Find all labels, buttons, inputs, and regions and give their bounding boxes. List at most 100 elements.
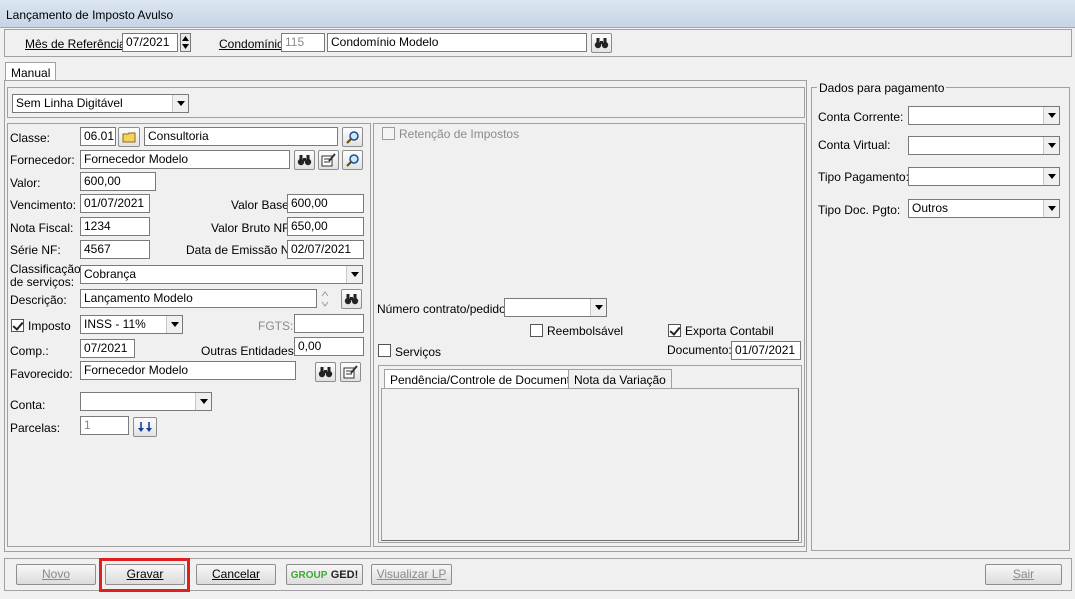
chevron-down-icon[interactable] bbox=[1043, 200, 1059, 217]
imposto-checkbox[interactable] bbox=[11, 319, 24, 332]
outras-entidades-input[interactable]: 0,00 bbox=[294, 337, 364, 356]
classe-code-input[interactable]: 06.01 bbox=[80, 127, 116, 146]
reembolsavel-checkbox[interactable] bbox=[530, 324, 543, 337]
folder-icon[interactable] bbox=[118, 127, 140, 147]
sair-button[interactable]: Sair bbox=[985, 564, 1062, 585]
conta-virtual-select[interactable] bbox=[908, 136, 1060, 155]
double-arrow-down-icon[interactable] bbox=[133, 417, 157, 437]
chevron-down-icon[interactable] bbox=[346, 266, 362, 283]
magnifier-icon[interactable] bbox=[342, 127, 363, 147]
vencimento-input[interactable]: 01/07/2021 bbox=[80, 194, 150, 213]
mes-referencia-spinner[interactable] bbox=[180, 33, 191, 52]
classe-label: Classe: bbox=[10, 131, 51, 145]
classe-name-input[interactable]: Consultoria bbox=[144, 127, 338, 146]
condominio-code-input[interactable]: 115 bbox=[281, 33, 325, 52]
tab-manual[interactable]: Manual bbox=[5, 62, 57, 81]
comp-input[interactable]: 07/2021 bbox=[80, 339, 135, 358]
favorecido-label: Favorecido: bbox=[10, 367, 73, 381]
parcelas-label: Parcelas: bbox=[10, 421, 61, 435]
descricao-scroll-icon[interactable] bbox=[320, 290, 330, 308]
retencao-checkbox[interactable] bbox=[382, 127, 395, 140]
conta-label: Conta: bbox=[10, 398, 46, 412]
serie-nf-input[interactable]: 4567 bbox=[80, 240, 150, 259]
exporta-contabil-label: Exporta Contabil bbox=[685, 324, 774, 338]
ged-text: GED! bbox=[330, 569, 359, 581]
window-title: Lançamento de Imposto Avulso bbox=[6, 8, 174, 22]
conta-corrente-label: Conta Corrente: bbox=[818, 110, 904, 124]
data-emissao-input[interactable]: 02/07/2021 bbox=[287, 240, 364, 259]
valor-bruto-input[interactable]: 650,00 bbox=[287, 217, 364, 236]
parcelas-input[interactable]: 1 bbox=[80, 416, 129, 435]
chevron-down-icon[interactable] bbox=[172, 95, 188, 112]
reembolsavel-label: Reembolsável bbox=[547, 324, 624, 338]
window-titlebar: Lançamento de Imposto Avulso bbox=[0, 0, 1075, 28]
valor-label: Valor: bbox=[10, 176, 41, 190]
tab-pendencia[interactable]: Pendência/Controle de Documentos bbox=[384, 369, 589, 389]
chevron-down-icon[interactable] bbox=[195, 393, 211, 410]
descricao-label: Descrição: bbox=[10, 293, 67, 307]
binoculars-icon[interactable] bbox=[591, 33, 612, 53]
form-left-panel bbox=[7, 123, 371, 547]
imposto-value: INSS - 11% bbox=[84, 317, 146, 331]
ged-group-text: GROUP bbox=[290, 570, 328, 581]
edit-record-icon[interactable] bbox=[318, 150, 339, 170]
spinner-arrows-icon bbox=[182, 36, 189, 49]
visualizar-lp-button[interactable]: Visualizar LP bbox=[371, 564, 452, 585]
comp-label: Comp.: bbox=[10, 344, 49, 358]
group-ged-button[interactable]: GROUP GED! bbox=[286, 564, 363, 585]
mes-referencia-label: Mês de Referência: bbox=[25, 37, 130, 51]
valor-input[interactable]: 600,00 bbox=[80, 172, 156, 191]
documento-input[interactable]: 01/07/2021 bbox=[731, 341, 801, 360]
chevron-down-icon[interactable] bbox=[1043, 168, 1059, 185]
chevron-down-icon[interactable] bbox=[1043, 107, 1059, 124]
tipo-doc-pgto-label: Tipo Doc. Pgto: bbox=[818, 203, 901, 217]
binoculars-icon[interactable] bbox=[315, 362, 336, 382]
cancelar-button[interactable]: Cancelar bbox=[196, 564, 276, 585]
novo-button[interactable]: Novo bbox=[16, 564, 96, 585]
classificacao-label-line1: Classificação bbox=[10, 262, 81, 276]
classificacao-select[interactable]: Cobrança bbox=[80, 265, 363, 284]
imposto-label: Imposto bbox=[28, 319, 71, 333]
pendencia-tab-content bbox=[381, 388, 799, 541]
retencao-label: Retenção de Impostos bbox=[399, 127, 520, 141]
magnifier-icon[interactable] bbox=[342, 150, 363, 170]
fornecedor-input[interactable]: Fornecedor Modelo bbox=[80, 150, 290, 169]
tab-nota-variacao[interactable]: Nota da Variação bbox=[568, 369, 672, 388]
chevron-down-icon[interactable] bbox=[590, 299, 606, 316]
conta-corrente-select[interactable] bbox=[908, 106, 1060, 125]
servicos-checkbox[interactable] bbox=[378, 344, 391, 357]
linha-digitavel-select[interactable]: Sem Linha Digitável bbox=[12, 94, 189, 113]
chevron-down-icon[interactable] bbox=[1043, 137, 1059, 154]
tipo-doc-pgto-select[interactable]: Outros bbox=[908, 199, 1060, 218]
valor-base-input[interactable]: 600,00 bbox=[287, 194, 364, 213]
documento-label: Documento: bbox=[667, 343, 732, 357]
chevron-down-icon[interactable] bbox=[166, 316, 182, 333]
pagamento-group-title: Dados para pagamento bbox=[817, 81, 947, 95]
valor-bruto-label: Valor Bruto NF: bbox=[211, 221, 293, 235]
tipo-doc-pgto-value: Outros bbox=[912, 201, 949, 215]
classificacao-label-line2: de serviços: bbox=[10, 275, 75, 289]
tipo-pagamento-select[interactable] bbox=[908, 167, 1060, 186]
gravar-button[interactable]: Gravar bbox=[105, 564, 185, 585]
edit-record-icon[interactable] bbox=[340, 362, 361, 382]
condominio-name-input[interactable]: Condomínio Modelo bbox=[327, 33, 587, 52]
classificacao-value: Cobrança bbox=[84, 267, 137, 281]
nota-fiscal-input[interactable]: 1234 bbox=[80, 217, 150, 236]
binoculars-icon[interactable] bbox=[341, 289, 362, 309]
conta-select[interactable] bbox=[80, 392, 212, 411]
numero-contrato-select[interactable] bbox=[504, 298, 607, 317]
outras-entidades-label: Outras Entidades: bbox=[201, 344, 298, 358]
fgts-input[interactable] bbox=[294, 314, 364, 333]
binoculars-icon[interactable] bbox=[294, 150, 315, 170]
mes-referencia-input[interactable]: 07/2021 bbox=[122, 33, 178, 52]
favorecido-input[interactable]: Fornecedor Modelo bbox=[80, 361, 296, 380]
condominio-label: Condomínio: bbox=[219, 37, 288, 51]
imposto-select[interactable]: INSS - 11% bbox=[80, 315, 183, 334]
tipo-pagamento-label: Tipo Pagamento: bbox=[818, 170, 909, 184]
descricao-input[interactable]: Lançamento Modelo bbox=[80, 289, 317, 308]
numero-contrato-label: Número contrato/pedido: bbox=[377, 302, 510, 316]
serie-nf-label: Série NF: bbox=[10, 243, 61, 257]
data-emissao-label: Data de Emissão NF: bbox=[186, 243, 301, 257]
exporta-contabil-checkbox[interactable] bbox=[668, 324, 681, 337]
linha-digitavel-value: Sem Linha Digitável bbox=[16, 96, 123, 110]
